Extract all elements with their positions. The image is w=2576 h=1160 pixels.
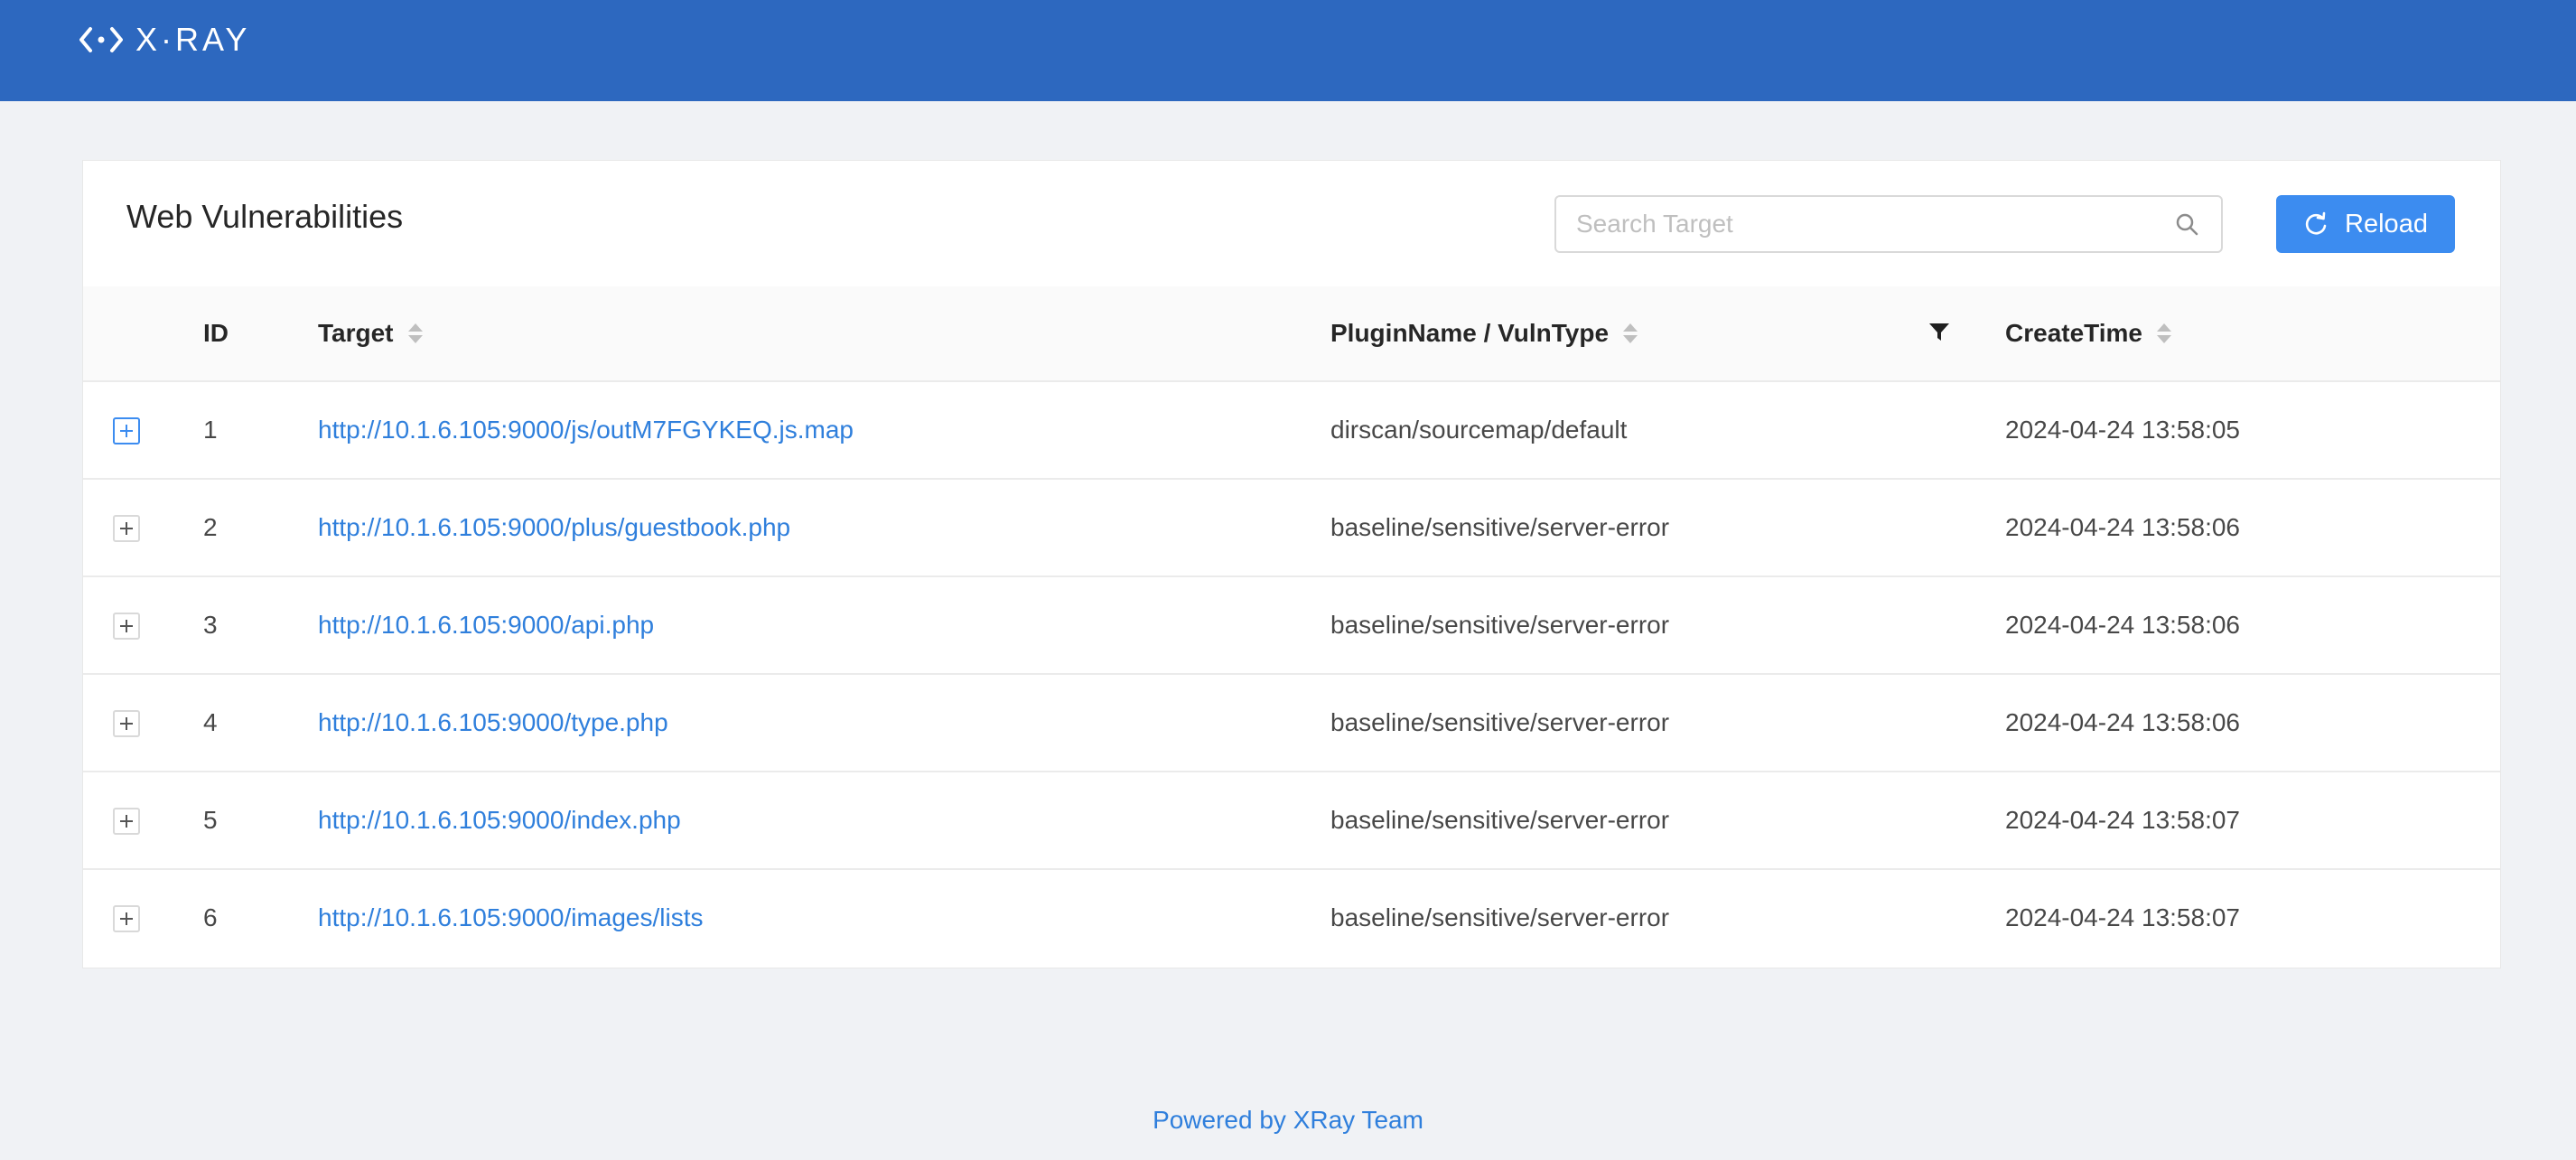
row-target-link[interactable]: http://10.1.6.105:9000/index.php [318,772,681,868]
row-create-time: 2024-04-24 13:58:06 [2005,708,2240,736]
row-create-time: 2024-04-24 13:58:07 [2005,903,2240,931]
expand-icon[interactable] [113,710,140,737]
row-target-link[interactable]: http://10.1.6.105:9000/plus/guestbook.ph… [318,480,790,575]
row-create-time: 2024-04-24 13:58:07 [2005,806,2240,834]
search-icon[interactable] [2174,211,2199,237]
search-input[interactable] [1576,197,2154,251]
page-title: Web Vulnerabilities [126,198,404,235]
row-id: 4 [203,708,218,736]
table-row: 5 http://10.1.6.105:9000/index.php basel… [83,772,2500,870]
row-id: 6 [203,903,218,931]
search-box[interactable] [1554,195,2223,253]
table-row: 6 http://10.1.6.105:9000/images/lists ba… [83,870,2500,968]
sort-icon[interactable] [1623,323,1638,343]
column-header-id: ID [203,319,229,347]
vulnerabilities-card: Web Vulnerabilities Reload ID Target Plu… [82,160,2501,968]
expand-icon[interactable] [113,808,140,835]
row-id: 5 [203,806,218,834]
row-target-link[interactable]: http://10.1.6.105:9000/images/lists [318,870,704,966]
xray-logo-icon [79,27,123,52]
sort-icon[interactable] [2157,323,2172,343]
row-target-link[interactable]: http://10.1.6.105:9000/type.php [318,675,668,771]
top-header: X·RAY [0,0,2576,101]
row-create-time: 2024-04-24 13:58:06 [2005,611,2240,639]
row-create-time: 2024-04-24 13:58:06 [2005,513,2240,541]
footer-link[interactable]: Powered by XRay Team [0,1104,2576,1137]
row-plugin: baseline/sensitive/server-error [1330,806,1670,834]
expand-icon[interactable] [113,613,140,640]
expand-icon[interactable] [113,515,140,542]
logo[interactable]: X·RAY [79,22,250,58]
table-header: ID Target PluginName / VulnType CreateTi… [83,286,2500,382]
expand-icon[interactable] [113,905,140,932]
row-plugin: dirscan/sourcemap/default [1330,416,1628,444]
column-header-target[interactable]: Target [318,286,423,380]
reload-label: Reload [2345,209,2428,239]
row-target-link[interactable]: http://10.1.6.105:9000/api.php [318,577,654,673]
table-row: 4 http://10.1.6.105:9000/type.php baseli… [83,675,2500,772]
row-plugin: baseline/sensitive/server-error [1330,611,1670,639]
filter-icon[interactable] [1927,321,1951,344]
reload-button[interactable]: Reload [2276,195,2455,253]
row-target-link[interactable]: http://10.1.6.105:9000/js/outM7FGYKEQ.js… [318,382,854,478]
table-row: 3 http://10.1.6.105:9000/api.php baselin… [83,577,2500,675]
row-id: 3 [203,611,218,639]
row-plugin: baseline/sensitive/server-error [1330,513,1670,541]
table-row: 2 http://10.1.6.105:9000/plus/guestbook.… [83,480,2500,577]
row-create-time: 2024-04-24 13:58:05 [2005,416,2240,444]
column-header-createtime[interactable]: CreateTime [2005,286,2172,380]
expand-icon[interactable] [113,417,140,444]
table-row: 1 http://10.1.6.105:9000/js/outM7FGYKEQ.… [83,382,2500,480]
column-header-plugin[interactable]: PluginName / VulnType [1330,286,1638,380]
sort-icon[interactable] [407,323,423,343]
logo-text: X·RAY [135,21,251,58]
row-plugin: baseline/sensitive/server-error [1330,903,1670,931]
row-plugin: baseline/sensitive/server-error [1330,708,1670,736]
row-id: 1 [203,416,218,444]
reload-icon [2305,211,2327,235]
row-id: 2 [203,513,218,541]
